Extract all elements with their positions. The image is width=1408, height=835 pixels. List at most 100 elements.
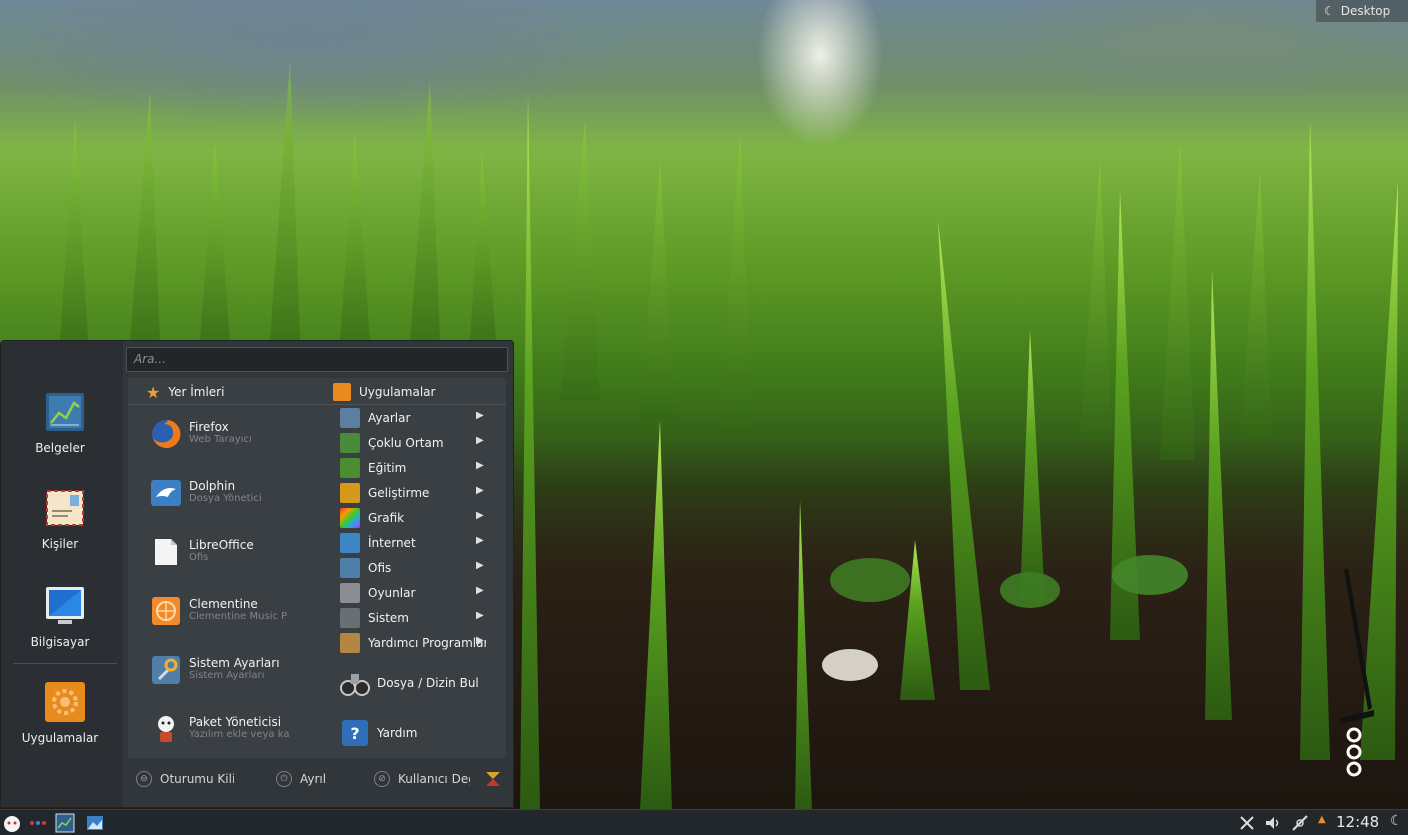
category-name: Ofis	[368, 561, 392, 575]
favorite-dolphin[interactable]: Dolphin Dosya Yönetici	[150, 474, 320, 514]
taskbar: ▲ 12:48 ☾	[0, 809, 1408, 835]
category-name: Grafik	[368, 511, 405, 525]
bookmarks-header-label: Yer İmleri	[168, 385, 225, 399]
switch-user-button[interactable]: ⊘ Kullanıcı Değ	[374, 766, 470, 792]
system-settings-icon	[152, 656, 180, 684]
moon-icon[interactable]: ☾	[1390, 813, 1403, 833]
submenu-arrow-icon: ▶	[476, 510, 484, 521]
submenu-arrow-icon: ▶	[476, 585, 484, 596]
moon-icon: ☾	[1324, 4, 1335, 18]
clementine-icon	[152, 597, 180, 625]
sidebar-label-computer: Bilgisayar	[30, 635, 90, 649]
find-files-label: Dosya / Dizin Bul	[377, 676, 479, 690]
search-input[interactable]: Ara...	[126, 347, 508, 372]
launcher-sidebar: Belgeler Kişiler Bilgisayar Uygulamalar	[1, 341, 123, 807]
session-actions: ⊖ Oturumu Kilit ⏻ Ayrıl ⊘ Kullanıcı Değ	[128, 766, 508, 792]
favorite-description: Clementine Music P	[189, 611, 288, 622]
header-divider	[128, 404, 506, 405]
tray-expand-icon[interactable]: ▲	[1318, 814, 1326, 834]
sidebar-label-applications: Uygulamalar	[21, 731, 99, 745]
submenu-arrow-icon: ▶	[476, 610, 484, 621]
network-icon[interactable]	[1290, 813, 1310, 833]
sidebar-item-contacts[interactable]: Kişiler	[1, 487, 119, 577]
favorite-description: Web Tarayıcı	[189, 434, 252, 445]
education-icon	[340, 458, 360, 478]
address-card-icon	[46, 490, 84, 526]
find-files-button[interactable]: Dosya / Dizin Bul	[340, 668, 500, 702]
lock-session-button[interactable]: ⊖ Oturumu Kilit	[136, 766, 234, 792]
category-games[interactable]: Oyunlar ▶	[340, 582, 500, 604]
hourglass-icon[interactable]	[484, 770, 502, 788]
favorite-package-manager[interactable]: Paket Yöneticisi Yazılım ekle veya ka	[150, 710, 320, 750]
category-education[interactable]: Eğitim ▶	[340, 457, 500, 479]
launcher-content-panel: ★ Yer İmleri Uygulamalar Firefox Web Tar…	[128, 378, 506, 758]
submenu-arrow-icon: ▶	[476, 435, 484, 446]
help-icon: ?	[342, 720, 368, 746]
category-internet[interactable]: İnternet ▶	[340, 532, 500, 554]
applications-header: Uygulamalar	[333, 380, 435, 404]
favorite-description: Ofis	[189, 552, 209, 563]
sidebar-label-documents: Belgeler	[35, 441, 85, 455]
apps-header-label: Uygulamalar	[359, 385, 436, 399]
favorite-name: Dolphin	[189, 479, 236, 493]
desktop-activity-button[interactable]: ☾ Desktop	[1316, 0, 1408, 22]
games-icon	[340, 583, 360, 603]
sidebar-item-documents[interactable]: Belgeler	[1, 391, 119, 481]
lock-session-label: Oturumu Kilit	[160, 772, 234, 786]
leave-label: Ayrıl	[300, 772, 327, 786]
category-name: Ayarlar	[368, 411, 411, 425]
help-button[interactable]: ? Yardım	[340, 718, 500, 752]
category-name: Geliştirme	[368, 486, 430, 500]
star-icon: ★	[146, 382, 161, 402]
system-icon	[340, 608, 360, 628]
category-name: İnternet	[368, 536, 416, 550]
svg-text:?: ?	[350, 724, 359, 743]
favorite-name: Clementine	[189, 597, 258, 611]
chart-app-icon[interactable]	[55, 813, 75, 833]
graphics-icon	[340, 508, 360, 528]
category-graphics[interactable]: Grafik ▶	[340, 507, 500, 529]
favorite-name: LibreOffice	[189, 538, 254, 552]
favorite-name: Sistem Ayarları	[189, 656, 280, 670]
gear-apps-icon	[45, 682, 85, 722]
monitor-icon	[46, 587, 84, 624]
category-utilities[interactable]: Yardımcı Programlar ▶	[340, 632, 500, 654]
internet-icon	[340, 533, 360, 553]
category-name: Sistem	[368, 611, 409, 625]
desktop-label: Desktop	[1340, 4, 1391, 18]
image-viewer-icon[interactable]	[86, 813, 104, 833]
chart-document-icon	[46, 393, 84, 431]
category-name: Oyunlar	[368, 586, 416, 600]
category-multimedia[interactable]: Çoklu Ortam ▶	[340, 432, 500, 454]
leave-button[interactable]: ⏻ Ayrıl	[276, 766, 326, 792]
category-settings[interactable]: Ayarlar ▶	[340, 407, 500, 429]
favorite-libreoffice[interactable]: LibreOffice Ofis	[150, 533, 320, 573]
settings-icon	[340, 408, 360, 428]
category-office[interactable]: Ofis ▶	[340, 557, 500, 579]
launcher-menu-icon[interactable]	[2, 813, 22, 833]
favorite-firefox[interactable]: Firefox Web Tarayıcı	[150, 415, 320, 455]
volume-icon[interactable]	[1264, 813, 1282, 833]
lock-icon: ⊖	[136, 771, 152, 787]
category-development[interactable]: Geliştirme ▶	[340, 482, 500, 504]
category-name: Eğitim	[368, 461, 407, 475]
sidebar-item-computer[interactable]: Bilgisayar	[1, 585, 119, 675]
favorite-name: Firefox	[189, 420, 229, 434]
switch-user-icon: ⊘	[374, 771, 390, 787]
sidebar-item-applications[interactable]: Uygulamalar	[1, 681, 119, 771]
submenu-arrow-icon: ▶	[476, 410, 484, 421]
utilities-icon	[340, 633, 360, 653]
favorite-clementine[interactable]: Clementine Clementine Music P	[150, 592, 320, 632]
activity-dots-icon[interactable]	[28, 813, 48, 833]
office-icon	[340, 558, 360, 578]
submenu-arrow-icon: ▶	[476, 460, 484, 471]
submenu-arrow-icon: ▶	[476, 485, 484, 496]
favorite-system-settings[interactable]: Sistem Ayarları Sistem Ayarları	[150, 651, 320, 691]
power-icon: ⏻	[276, 771, 292, 787]
category-system[interactable]: Sistem ▶	[340, 607, 500, 629]
sidebar-separator	[13, 663, 117, 664]
category-name: Yardımcı Programlar	[368, 636, 486, 650]
tools-icon[interactable]	[1238, 813, 1256, 833]
clock[interactable]: 12:48	[1336, 813, 1379, 831]
favorite-name: Paket Yöneticisi	[189, 715, 282, 729]
